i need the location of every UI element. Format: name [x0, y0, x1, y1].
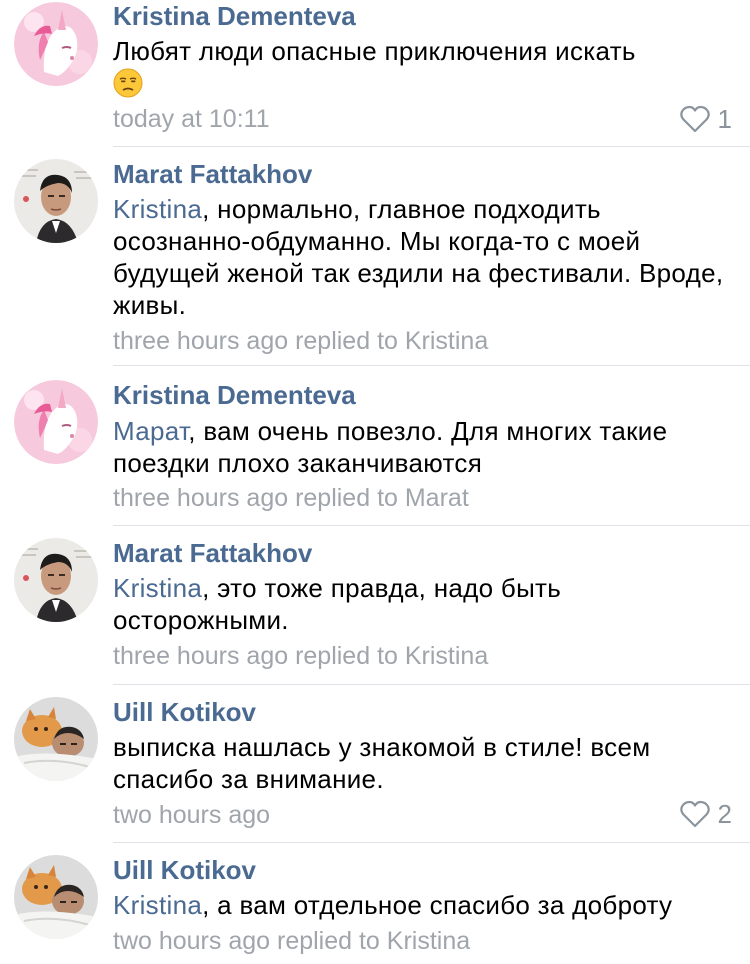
mention-link[interactable]: Kristina — [113, 890, 202, 920]
like-button[interactable]: 1 — [679, 103, 732, 134]
comment-text: Kristina, а вам отдельное спасибо за доб… — [113, 889, 743, 921]
pink-unicorn-avatar-image — [14, 2, 98, 86]
comment-item: Kristina Dementeva Любят люди опасные пр… — [0, 0, 750, 147]
comment-timestamp: three hours ago replied to Marat — [113, 484, 469, 512]
comment-item: Kristina Dementeva Марат, вам очень пове… — [0, 366, 750, 526]
comment-timestamp: three hours ago replied to Kristina — [113, 327, 489, 355]
comment-author[interactable]: Uill Kotikov — [113, 697, 256, 727]
mention-link[interactable]: Kristina — [113, 573, 202, 603]
mention-link[interactable]: Марат — [113, 416, 188, 446]
man-with-cat-avatar-image — [14, 697, 98, 781]
avatar[interactable] — [14, 159, 98, 243]
like-button[interactable]: 2 — [679, 798, 732, 829]
comment-body: , а вам отдельное спасибо за доброту — [202, 890, 673, 920]
avatar[interactable] — [14, 697, 98, 781]
comment-text: Любят люди опасные приключения искать — [113, 35, 743, 99]
comment-body: , нормально, главное подходить осознанно… — [113, 194, 724, 320]
comment-text: выписка нашлась у знакомой в стиле! всем… — [113, 731, 743, 795]
avatar[interactable] — [14, 380, 98, 464]
comment-timestamp: two hours ago — [113, 801, 271, 829]
heart-icon — [679, 800, 710, 828]
man-portrait-avatar-image — [14, 159, 98, 243]
comment-body: , вам очень повезло. Для многих такие по… — [113, 416, 668, 478]
man-with-cat-avatar-image — [14, 855, 98, 939]
pink-unicorn-avatar-image — [14, 380, 98, 464]
like-count: 2 — [717, 798, 732, 829]
comment-timestamp: today at 10:11 — [113, 105, 270, 133]
avatar[interactable] — [14, 2, 98, 86]
comment-author[interactable]: Marat Fattakhov — [113, 159, 312, 189]
mention-link[interactable]: Kristina — [113, 194, 202, 224]
comment-author[interactable]: Kristina Dementeva — [113, 380, 356, 410]
comment-timestamp: two hours ago replied to Kristina — [113, 927, 471, 955]
comment-author[interactable]: Uill Kotikov — [113, 855, 256, 885]
comment-item: Marat Fattakhov Kristina, это тоже правд… — [0, 526, 750, 685]
comment-timestamp: three hours ago replied to Kristina — [113, 642, 489, 670]
avatar[interactable] — [14, 538, 98, 622]
like-count: 1 — [717, 103, 732, 134]
comment-text: Марат, вам очень повезло. Для многих так… — [113, 415, 743, 479]
man-portrait-avatar-image — [14, 538, 98, 622]
comment-author[interactable]: Kristina Dementeva — [113, 1, 356, 31]
unamused-face-emoji-icon — [113, 68, 143, 98]
heart-icon — [679, 105, 710, 133]
avatar[interactable] — [14, 855, 98, 939]
comment-item: Uill Kotikov Kristina, а вам отдельное с… — [0, 843, 750, 964]
comment-author[interactable]: Marat Fattakhov — [113, 538, 312, 568]
comment-text: Kristina, это тоже правда, надо быть ост… — [113, 572, 743, 636]
comment-text: Kristina, нормально, главное подходить о… — [113, 193, 743, 321]
comment-item: Marat Fattakhov Kristina, нормально, гла… — [0, 147, 750, 366]
comment-item: Uill Kotikov выписка нашлась у знакомой … — [0, 685, 750, 843]
comment-body: Любят люди опасные приключения искать — [113, 36, 636, 66]
comment-body: выписка нашлась у знакомой в стиле! всем… — [113, 732, 651, 794]
